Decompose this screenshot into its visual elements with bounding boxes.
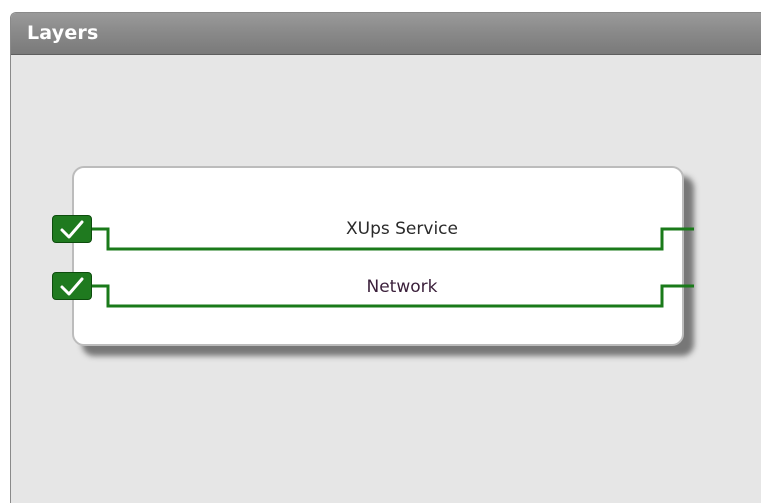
layer-label-xups-service[interactable]: XUps Service <box>112 219 692 239</box>
checkmark-icon <box>60 220 84 239</box>
layer-checkbox-network[interactable] <box>52 272 92 300</box>
checkmark-icon <box>60 277 84 296</box>
layer-checkbox-xups-service[interactable] <box>52 215 92 243</box>
layer-label-network[interactable]: Network <box>112 277 692 297</box>
panel-header: Layers <box>11 13 761 55</box>
layer-row-xups-service: XUps Service <box>52 215 702 251</box>
layer-group-box <box>72 166 684 346</box>
layer-row-network: Network <box>52 272 702 308</box>
panel-title: Layers <box>27 22 99 44</box>
